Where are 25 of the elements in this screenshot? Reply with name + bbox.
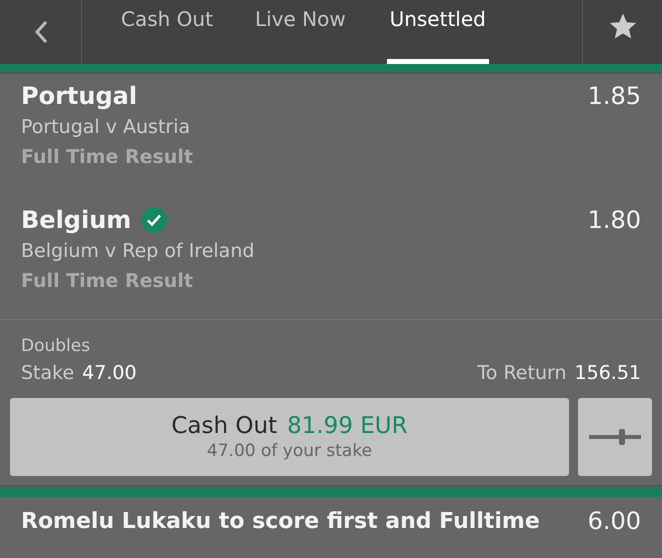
star-icon — [608, 11, 638, 41]
selection-name: Belgium — [21, 206, 132, 234]
return-value: 156.51 — [574, 362, 641, 384]
back-icon — [32, 19, 48, 45]
cash-out-label: Cash Out — [171, 413, 278, 439]
partial-cash-out-button[interactable] — [578, 398, 652, 476]
selection-name: Romelu Lukaku to score first and Fulltime — [21, 508, 540, 534]
bet-type: Doubles — [20, 336, 92, 356]
tab[interactable]: Live Now — [236, 0, 365, 64]
selection-name: Portugal — [21, 82, 138, 110]
odds: 6.00 — [588, 507, 641, 535]
market-name: Full Time Result — [21, 146, 194, 168]
stake-label: Stake — [21, 362, 74, 384]
odds: 1.85 — [588, 82, 641, 110]
cash-out-amount: 81.99 EUR — [287, 413, 408, 439]
tab[interactable]: Cash Out — [102, 0, 232, 64]
market-name: Full Time Result — [21, 270, 194, 292]
event-name: Belgium v Rep of Ireland — [21, 240, 256, 262]
odds: 1.80 — [588, 206, 641, 234]
event-name: Portugal v Austria — [21, 116, 192, 138]
return-label: To Return — [477, 362, 567, 384]
cash-out-button[interactable]: Cash Out 81.99 EUR 47.00 of your stake — [10, 398, 569, 476]
cash-out-note: 47.00 of your stake — [206, 441, 372, 461]
slider-icon — [589, 427, 641, 447]
stake-value: 47.00 — [82, 362, 137, 384]
